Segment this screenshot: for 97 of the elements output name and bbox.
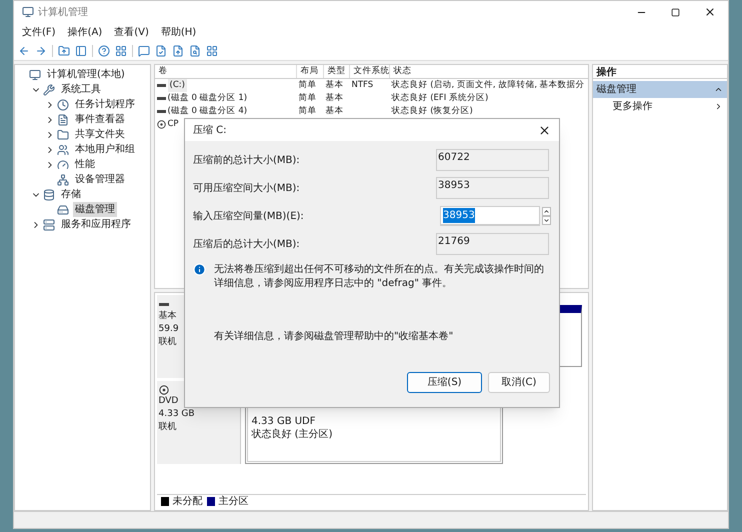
info-note: 无法将卷压缩到超出任何不可移动的文件所在的点。有关完成该操作时间的详细信息，请参阅应用程序日志中的 "defrag" 事件。 [214, 263, 545, 291]
field-label: 压缩后的总计大小(MB): [193, 238, 300, 252]
clock-icon [57, 98, 69, 110]
users-icon [57, 144, 69, 156]
close-icon[interactable] [538, 124, 551, 136]
disc-drive-icon [158, 385, 168, 395]
table-cell: 状态良好 (EFI 系统分区) [392, 92, 488, 105]
panel-icon[interactable] [75, 44, 87, 56]
table-cell: 简单 [298, 105, 316, 118]
tree-item[interactable]: 计算机管理(本地) [45, 67, 127, 82]
partition-text: 4.33 GB UDF [252, 415, 317, 428]
tree-item[interactable]: 服务和应用程序 [59, 217, 133, 232]
volume-icon [156, 97, 166, 100]
column-header[interactable]: 状态 [390, 65, 588, 78]
disk-info-text: 联机 [158, 336, 176, 349]
tree-item[interactable]: 事件查看器 [73, 112, 127, 127]
table-cell: 状态良好 (启动, 页面文件, 故障转储, 基本数据分 [392, 79, 585, 92]
field-label: 压缩前的总计大小(MB): [193, 154, 300, 168]
input-field[interactable]: 38953 [440, 206, 540, 226]
comment-icon[interactable] [138, 44, 150, 56]
disk-info-text: 联机 [158, 421, 176, 434]
dialog-title: 压缩 C: [193, 124, 227, 138]
volume-icon [156, 84, 166, 87]
close-icon[interactable] [704, 6, 716, 18]
folder-icon [57, 128, 69, 140]
actions-section[interactable]: 磁盘管理 [592, 81, 727, 98]
table-cell: 基本 [326, 79, 344, 92]
column-header[interactable]: 类型 [324, 65, 350, 78]
window-title: 计算机管理 [38, 6, 88, 20]
legend-label: 未分配 [172, 494, 202, 509]
legend-label: 主分区 [218, 494, 248, 509]
tools-icon [43, 84, 55, 96]
readonly-field: 21769 [436, 233, 549, 255]
folder-up-icon[interactable] [58, 44, 70, 56]
info-icon [193, 263, 206, 276]
table-cell[interactable]: CP [168, 118, 179, 131]
actions-title: 操作 [592, 65, 727, 79]
help-text: 有关详细信息，请参阅磁盘管理帮助中的"收缩基本卷" [213, 330, 454, 344]
help-icon[interactable] [98, 44, 110, 56]
disk-info-text: DVD [158, 395, 178, 408]
field-label: 输入压缩空间量(MB)(E): [193, 210, 304, 224]
grid-icon[interactable] [206, 44, 218, 56]
field-label: 可用压缩空间大小(MB): [193, 182, 300, 196]
table-cell: 简单 [298, 92, 316, 105]
app-icon [22, 6, 34, 18]
submenu-caret-icon [714, 102, 723, 111]
table-cell: 基本 [326, 92, 344, 105]
field-value: 38953 [443, 208, 475, 223]
dialog-button[interactable]: 取消(C) [488, 372, 550, 393]
table-cell[interactable]: (磁盘 0 磁盘分区 4) [168, 105, 248, 118]
grid-icon[interactable] [115, 44, 127, 56]
action-item[interactable]: 更多操作 [592, 98, 727, 115]
storage-icon [43, 188, 55, 200]
tree-item[interactable]: 本地用户和组 [73, 142, 137, 157]
back-icon[interactable] [18, 44, 30, 56]
spin-up-icon[interactable] [542, 207, 551, 216]
tree-item[interactable]: 设备管理器 [73, 172, 127, 187]
column-header[interactable]: 文件系统 [350, 65, 390, 78]
forward-icon[interactable] [35, 44, 47, 56]
table-cell: NTFS [352, 79, 374, 92]
disc-drive-icon [156, 120, 166, 129]
document-search-icon[interactable] [189, 44, 201, 56]
collapse-caret-icon [714, 85, 723, 94]
spin-down-icon[interactable] [542, 216, 551, 225]
menu-item[interactable]: 文件(F) [22, 24, 56, 40]
tree-item[interactable]: 任务计划程序 [73, 97, 137, 112]
services-icon [43, 218, 55, 230]
maximize-icon[interactable] [671, 8, 680, 16]
column-header[interactable]: 布局 [296, 65, 324, 78]
document-check-icon[interactable] [155, 44, 167, 56]
menu-item[interactable]: 查看(V) [114, 24, 149, 40]
document-up-icon[interactable] [172, 44, 184, 56]
table-cell: 状态良好 (恢复分区) [392, 105, 473, 118]
column-header[interactable]: 卷 [154, 65, 296, 78]
table-cell[interactable]: (磁盘 0 磁盘分区 1) [168, 92, 248, 105]
device-icon [57, 174, 69, 186]
tree-item[interactable]: 共享文件夹 [73, 127, 127, 142]
disk-info-text: 基本 [158, 310, 176, 323]
tree-item[interactable]: 存储 [59, 187, 83, 202]
partition-text: 状态良好 (主分区) [252, 428, 334, 441]
tree-item[interactable]: 磁盘管理 [73, 202, 117, 217]
computer-icon [29, 68, 41, 80]
volume-icon [156, 110, 166, 113]
disk-info-text: 4.33 GB [158, 408, 195, 421]
menu-item[interactable]: 操作(A) [68, 24, 102, 40]
log-icon [57, 114, 69, 126]
default-button[interactable]: 压缩(S) [407, 372, 482, 393]
gauge-icon [57, 158, 69, 170]
readonly-field: 60722 [436, 149, 549, 171]
table-cell[interactable]: (C:) [168, 79, 187, 92]
menu-item[interactable]: 帮助(H) [160, 24, 196, 40]
tree-item[interactable]: 性能 [73, 157, 97, 172]
disk-info-text: 59.9 [158, 323, 179, 336]
tree-item[interactable]: 系统工具 [59, 82, 103, 97]
table-cell: 简单 [298, 79, 316, 92]
table-cell: 基本 [326, 105, 344, 118]
readonly-field: 38953 [436, 177, 549, 199]
